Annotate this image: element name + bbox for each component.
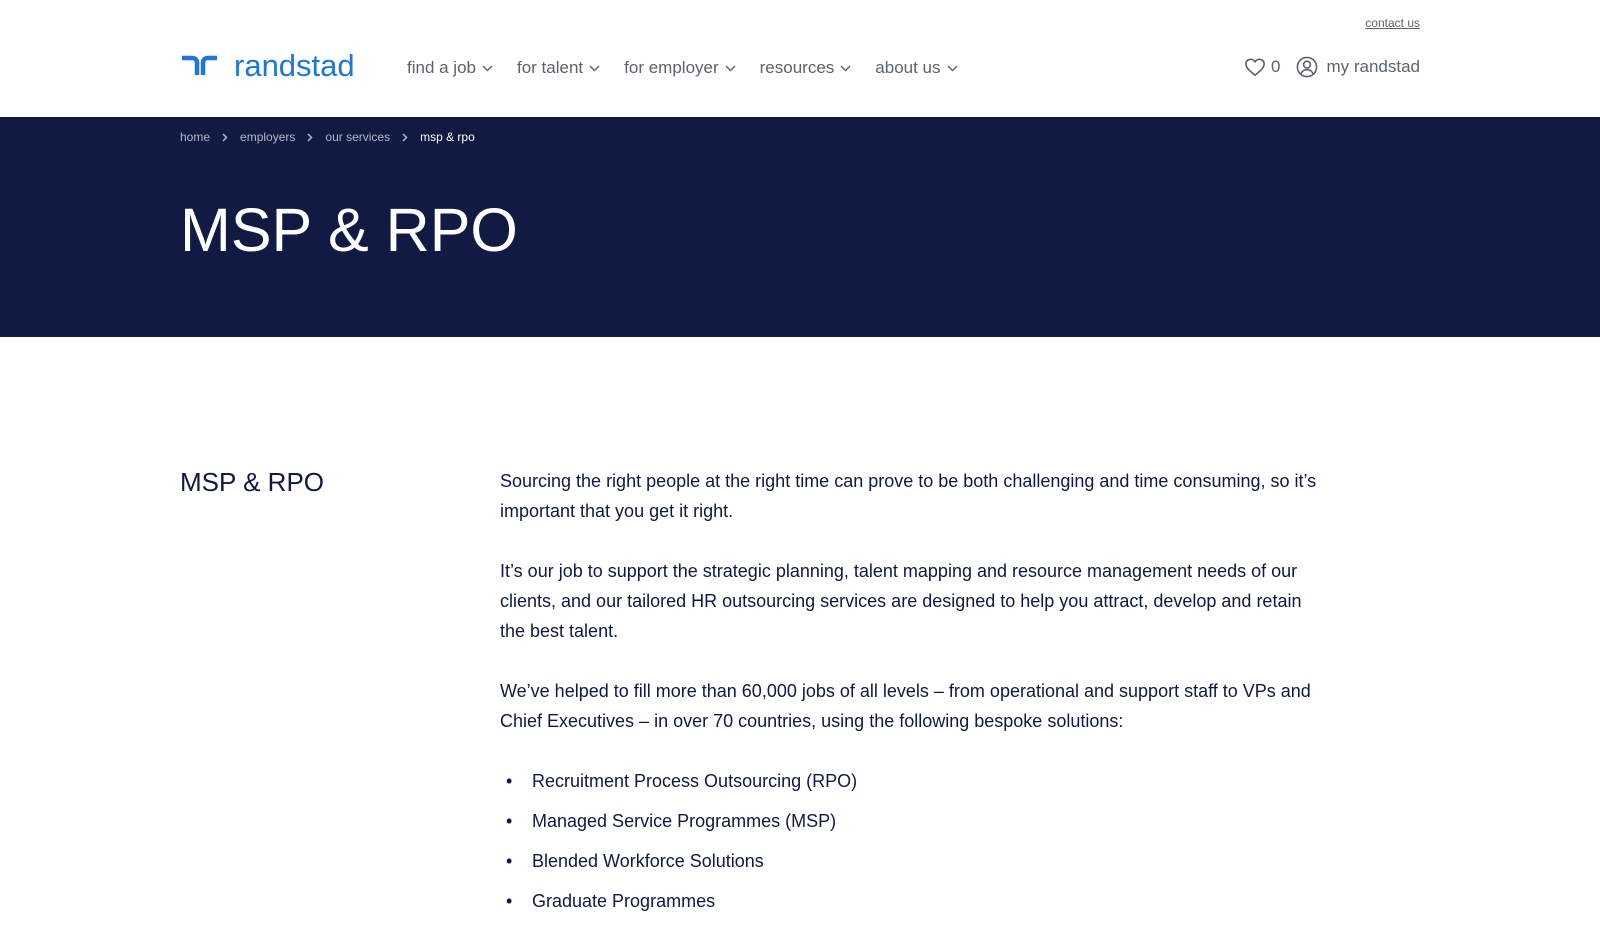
- list-item-text: Recruitment Process Outsourcing (RPO): [532, 771, 858, 791]
- list-item-text: Managed Service Programmes (MSP): [532, 811, 837, 831]
- nav-for-employer[interactable]: for employer: [624, 56, 736, 80]
- breadcrumb-home[interactable]: home: [180, 130, 210, 144]
- nav-label: find a job: [407, 58, 476, 77]
- user-account-icon: [1297, 56, 1318, 78]
- intro-paragraph: Sourcing the right people at the right t…: [500, 471, 1317, 521]
- chevron-right-icon: [402, 132, 408, 142]
- bullet: •: [506, 771, 513, 791]
- breadcrumb-segment: home: [180, 130, 240, 144]
- list-item: • Blended Workforce Solutions: [500, 846, 1320, 876]
- chevron-down-icon: [589, 65, 600, 71]
- chevron-right-icon: [222, 132, 228, 142]
- breadcrumb: home employers our services msp & rpo: [180, 130, 475, 144]
- nav-resources[interactable]: resources: [760, 56, 852, 80]
- page-title: MSP & RPO: [180, 196, 518, 264]
- experience-paragraph: We’ve helped to fill more than 60,000 jo…: [500, 681, 1311, 731]
- bullet: •: [506, 851, 513, 871]
- nav-for-talent[interactable]: for talent: [517, 56, 600, 80]
- breadcrumb-current: msp & rpo: [420, 130, 475, 144]
- solutions-list: • Recruitment Process Outsourcing (RPO) •…: [500, 766, 1320, 916]
- breadcrumb-segment: our services: [325, 130, 420, 144]
- nav-about-us[interactable]: about us: [875, 56, 958, 80]
- nav-label: about us: [875, 58, 941, 77]
- breadcrumb-employers[interactable]: employers: [240, 130, 295, 144]
- nav-label: resources: [759, 58, 835, 77]
- nav-find-a-job[interactable]: find a job: [407, 56, 493, 80]
- chevron-down-icon: [840, 65, 851, 71]
- breadcrumb-our-services[interactable]: our services: [325, 130, 390, 144]
- nav-label: for employer: [624, 58, 719, 77]
- list-item: • Managed Service Programmes (MSP): [500, 806, 1320, 836]
- breadcrumb-segment: employers: [240, 130, 325, 144]
- logo-wordmark: randstad: [234, 48, 355, 83]
- list-item-text: Blended Workforce Solutions: [532, 851, 764, 871]
- my-randstad-button[interactable]: my randstad: [1296, 56, 1420, 78]
- services-paragraph: It’s our job to support the strategic pl…: [500, 561, 1302, 641]
- nav-label: for talent: [517, 58, 584, 77]
- favorites-button[interactable]: 0: [1244, 57, 1280, 77]
- utility-navigation: 0 my randstad: [1244, 56, 1420, 78]
- chevron-down-icon: [482, 65, 493, 71]
- bullet: •: [506, 891, 513, 911]
- randstad-logo[interactable]: randstad: [180, 50, 355, 82]
- main-navigation: find a job for talent for employer resou…: [407, 56, 982, 80]
- list-item: • Recruitment Process Outsourcing (RPO): [500, 766, 1320, 796]
- bullet: •: [506, 811, 513, 831]
- randstad-logo-icon: [182, 55, 217, 75]
- favorites-count: 0: [1270, 57, 1281, 76]
- chevron-down-icon: [725, 65, 736, 71]
- chevron-down-icon: [947, 65, 958, 71]
- list-item-text: Graduate Programmes: [532, 891, 716, 911]
- contact-us-link[interactable]: contact us: [1365, 16, 1420, 30]
- list-item: • Graduate Programmes: [500, 886, 1320, 916]
- section-title: MSP & RPO: [180, 467, 325, 497]
- chevron-right-icon: [307, 132, 313, 142]
- my-randstad-label: my randstad: [1326, 57, 1420, 76]
- site-header: contact us randstad find a job for talen…: [0, 0, 1600, 117]
- hero-banner: home employers our services msp & rpo MS…: [0, 117, 1600, 337]
- heart-icon: [1245, 58, 1265, 76]
- content-body: Sourcing the right people at the right t…: [500, 466, 1320, 926]
